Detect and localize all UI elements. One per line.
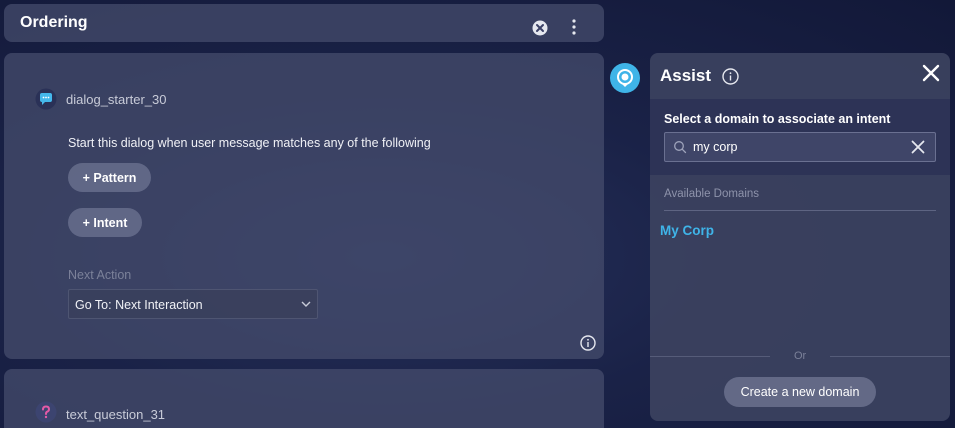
divider	[664, 210, 936, 211]
clear-search-icon[interactable]	[911, 140, 925, 154]
dialog-description: Start this dialog when user message matc…	[68, 136, 431, 150]
next-action-label: Next Action	[68, 268, 132, 282]
next-action-value: Go To: Next Interaction	[75, 298, 203, 312]
text-question-card: text_question_31	[4, 369, 604, 428]
next-action-select[interactable]: Go To: Next Interaction	[68, 289, 318, 319]
chat-bubble-icon	[35, 88, 57, 110]
domain-item-my-corp[interactable]: My Corp	[660, 223, 714, 238]
info-icon[interactable]	[722, 68, 739, 85]
search-icon	[674, 141, 687, 154]
dialog-starter-card: dialog_starter_30 Start this dialog when…	[4, 53, 604, 359]
assist-bot-icon	[617, 69, 633, 87]
domain-prompt: Select a domain to associate an intent	[664, 112, 891, 126]
or-separator: Or	[794, 350, 807, 362]
more-vertical-icon[interactable]	[568, 18, 580, 36]
divider	[830, 356, 950, 357]
assist-launcher-button[interactable]	[610, 63, 640, 93]
add-pattern-button[interactable]: + Pattern	[68, 163, 151, 192]
domain-search-box[interactable]	[664, 132, 936, 162]
assist-title: Assist	[660, 66, 712, 85]
dialog-name: dialog_starter_30	[66, 92, 167, 107]
page-title: Ordering	[20, 14, 88, 31]
dialog-header: Ordering	[4, 4, 604, 42]
add-intent-button[interactable]: + Intent	[68, 208, 142, 237]
close-icon[interactable]	[532, 20, 548, 36]
assist-panel: Assist Select a domain to associate an i…	[650, 53, 950, 421]
dialog-name: text_question_31	[66, 407, 166, 422]
available-domains-label: Available Domains	[664, 188, 760, 200]
close-icon[interactable]	[922, 64, 940, 82]
info-icon[interactable]	[580, 335, 596, 351]
question-icon	[35, 401, 57, 423]
domain-search-section: Select a domain to associate an intent	[650, 99, 950, 175]
domain-search-input[interactable]	[693, 138, 893, 156]
divider	[650, 356, 770, 357]
create-domain-button[interactable]: Create a new domain	[724, 377, 876, 407]
chevron-down-icon	[301, 301, 311, 307]
